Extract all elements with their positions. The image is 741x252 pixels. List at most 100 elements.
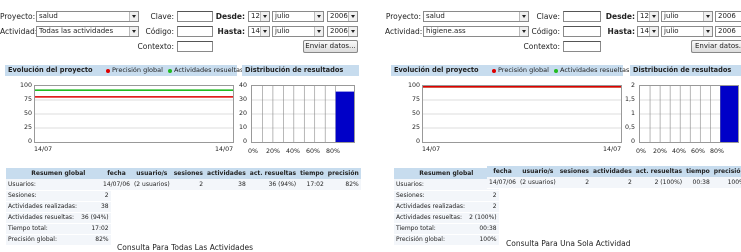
- y-tick-label: 75: [23, 96, 32, 103]
- table-row: Actividades resueltas: 2 (100%): [394, 212, 499, 224]
- summary-label: Actividades realizadas:: [394, 201, 468, 213]
- x-tick-label: 80%: [326, 148, 340, 155]
- hasta-year-select[interactable]: 2006: [715, 26, 741, 37]
- detail-cell: 00:38: [684, 177, 712, 189]
- activities-legend-swatch: [554, 69, 558, 73]
- detail-header: fecha: [101, 168, 132, 179]
- x-tick-label: 40%: [672, 148, 686, 155]
- contexto-input[interactable]: [177, 41, 213, 52]
- distribution-title: Distribución de resultados: [245, 66, 344, 74]
- codigo-input[interactable]: [177, 26, 213, 37]
- detail-header: tiempo: [684, 166, 712, 177]
- summary-label: Actividades realizadas:: [6, 201, 80, 213]
- precision-legend-label: Precisión global: [112, 66, 163, 74]
- right-panel: Proyecto: salud Actividad: higiene.ass C…: [385, 0, 741, 252]
- chevron-down-icon: [348, 12, 357, 21]
- y-tick-label: 0: [242, 138, 247, 145]
- precision-legend-swatch: [106, 69, 110, 73]
- table-row: Actividades resueltas: 36 (94%): [6, 212, 111, 224]
- y-tick-label: 50: [23, 110, 32, 117]
- actividad-select[interactable]: higiene.ass: [423, 26, 529, 37]
- actividad-select[interactable]: Todas las actividades: [36, 26, 139, 37]
- detail-header: actividades: [591, 166, 634, 177]
- summary-value: 2: [467, 190, 499, 202]
- x-tick-label: 20%: [266, 148, 280, 155]
- hasta-year-select[interactable]: 2006: [327, 26, 358, 37]
- summary-label: Actividades resueltas:: [394, 212, 468, 224]
- desde-month-select[interactable]: julio: [661, 11, 713, 22]
- codigo-input[interactable]: [563, 26, 601, 37]
- table-row: Sesiones: 2: [6, 190, 111, 202]
- y-tick-label: 40: [238, 82, 247, 89]
- summary-label: Sesiones:: [394, 190, 468, 202]
- clave-input[interactable]: [563, 11, 601, 22]
- desde-day-select[interactable]: 12: [637, 11, 659, 22]
- y-tick-label: 50: [411, 110, 420, 117]
- detail-cell: 2: [557, 177, 592, 189]
- evolution-plot: [35, 89, 233, 129]
- caption: Consulta Para Una Sola Actividad: [506, 239, 631, 248]
- chevron-down-icon: [348, 27, 357, 36]
- chevron-down-icon: [649, 12, 658, 21]
- x-end-label: 14/07: [603, 146, 622, 153]
- detail-header: usuario/s: [517, 166, 558, 177]
- distribution-chart: [251, 85, 355, 143]
- summary-value: 38: [79, 201, 111, 213]
- chevron-down-icon: [314, 12, 323, 21]
- y-tick-label: 100: [19, 82, 32, 89]
- detail-cell: 38: [205, 179, 248, 191]
- y-tick-label: 0: [415, 138, 420, 145]
- desde-year-select[interactable]: 2006: [715, 11, 741, 22]
- desde-year-select[interactable]: 2006: [327, 11, 358, 22]
- chevron-down-icon: [519, 12, 528, 21]
- x-tick-label: 40%: [286, 148, 300, 155]
- detail-cell: (2 usuarios): [517, 177, 558, 189]
- submit-button[interactable]: Enviar datos...: [303, 40, 358, 53]
- evolution-chart: [422, 85, 622, 143]
- detail-header: tiempo: [298, 168, 326, 179]
- distribution-header: Distribución de resultados: [242, 65, 359, 76]
- table-row: 14/07/06 (2 usuarios) 2 2 2 (100%) 00:38…: [487, 177, 741, 189]
- summary-label: Precisión global:: [6, 234, 80, 246]
- hasta-month-select[interactable]: julio: [661, 26, 713, 37]
- detail-cell: 14/07/06: [487, 177, 518, 189]
- summary-value: 82%: [79, 234, 111, 246]
- detail-cell: 2: [171, 179, 206, 191]
- desde-month-select[interactable]: julio: [272, 11, 324, 22]
- summary-table: Resumen global Usuarios:2 Sesiones:2 Act…: [6, 168, 111, 246]
- detail-header: fecha: [487, 166, 518, 177]
- y-tick-label: 1,5: [624, 96, 635, 103]
- distribution-bar: [335, 91, 354, 142]
- table-row: Tiempo total: 17:02: [6, 223, 111, 235]
- detail-table: fecha usuario/s sesiones actividades act…: [101, 168, 361, 191]
- x-tick-label: 0%: [248, 148, 258, 155]
- desde-label: Desde:: [215, 12, 245, 21]
- hasta-day-select[interactable]: 14: [637, 26, 659, 37]
- y-tick-label: 1: [630, 110, 635, 117]
- contexto-label: Contexto:: [523, 42, 561, 51]
- evolution-header: Evolución del proyecto Precisión global …: [391, 65, 629, 76]
- hasta-month-select[interactable]: julio: [272, 26, 324, 37]
- y-tick-label: 100: [407, 82, 420, 89]
- distribution-chart: [639, 85, 739, 143]
- proyecto-select[interactable]: salud: [36, 11, 139, 22]
- activities-legend-swatch: [168, 69, 172, 73]
- summary-label: Sesiones:: [6, 190, 80, 202]
- clave-label: Clave:: [536, 12, 561, 21]
- desde-day-select[interactable]: 12: [248, 11, 270, 22]
- x-tick-label: 60%: [306, 148, 320, 155]
- summary-label: Actividades resueltas:: [6, 212, 80, 224]
- table-row: Actividades realizadas: 2: [394, 201, 499, 213]
- summary-label: Usuarios:: [6, 179, 80, 191]
- distribution-plot: [252, 86, 354, 142]
- detail-cell: 82%: [325, 179, 361, 191]
- proyecto-label: Proyecto:: [385, 12, 421, 21]
- proyecto-select[interactable]: salud: [423, 11, 529, 22]
- summary-value: 2: [79, 190, 111, 202]
- y-tick-label: 10: [238, 124, 247, 131]
- contexto-input[interactable]: [563, 41, 601, 52]
- submit-button[interactable]: Enviar datos...: [691, 40, 741, 53]
- hasta-day-select[interactable]: 14: [248, 26, 270, 37]
- clave-input[interactable]: [177, 11, 213, 22]
- evolution-title: Evolución del proyecto: [8, 66, 93, 74]
